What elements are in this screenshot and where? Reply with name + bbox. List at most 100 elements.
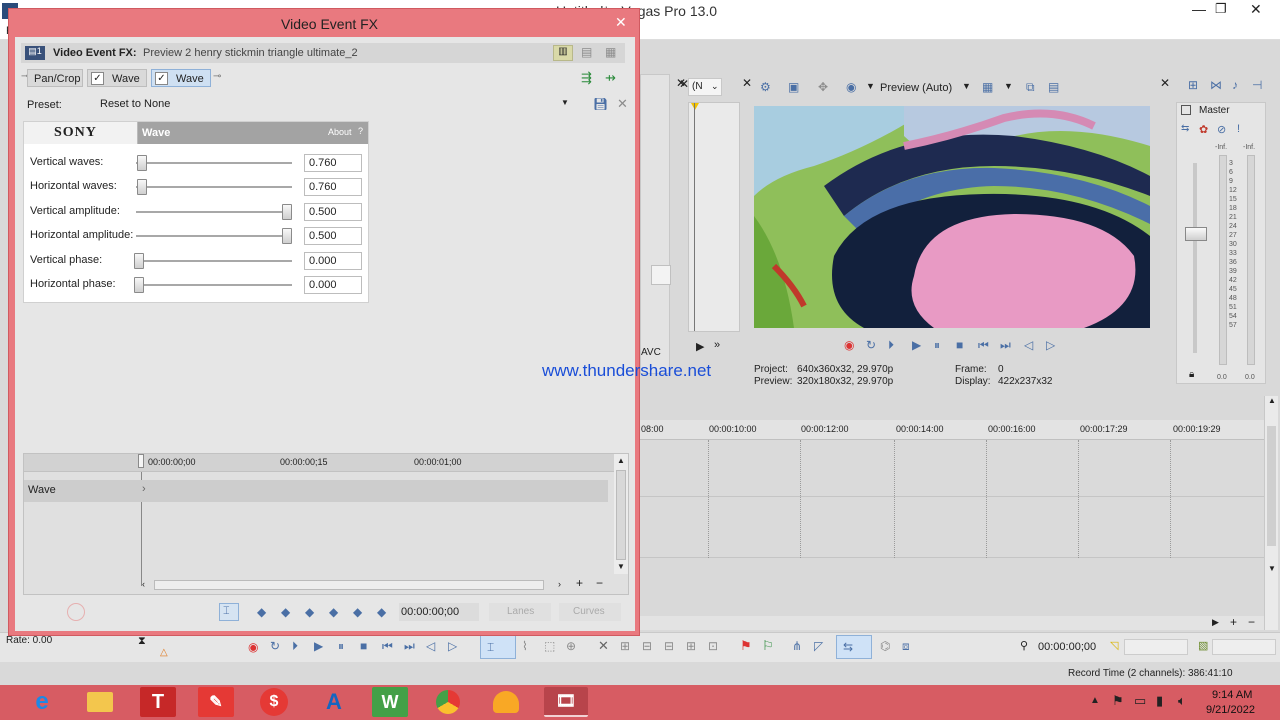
split-screen-icon[interactable]: ✥ [818, 80, 828, 94]
curves-button[interactable]: Curves [559, 603, 621, 621]
preview-quality-dropdown[interactable]: Preview (Auto) [880, 82, 952, 94]
checkbox-checked-icon[interactable]: ✓ [91, 72, 104, 85]
param-value-input[interactable]: 0.500 [304, 227, 362, 246]
selection-tool-icon[interactable]: ⬚ [544, 639, 555, 653]
fx-view-list-icon[interactable]: ▤ [581, 45, 592, 59]
go-to-start-icon[interactable]: ⏮ [978, 338, 989, 353]
first-keyframe-icon[interactable]: ◆ [257, 605, 266, 619]
param-slider-track[interactable] [136, 235, 292, 238]
fx-view-grid-icon[interactable]: ▦ [605, 45, 616, 59]
param-value-input[interactable]: 0.500 [304, 202, 362, 221]
copy-snapshot-icon[interactable]: ⧉ [1026, 80, 1035, 95]
vegas-taskbar-icon[interactable]: 🎞︎ [544, 687, 588, 717]
split-icon[interactable]: ⊞ [686, 639, 696, 653]
mixer-properties-icon[interactable]: ⊞ [1188, 78, 1198, 92]
panel-close-icon[interactable]: ✕ [676, 76, 686, 90]
param-slider-thumb[interactable] [136, 179, 147, 196]
zoom-tool-icon[interactable]: ⊕ [566, 639, 576, 653]
param-slider-track[interactable] [136, 186, 292, 189]
h-scroll-thumb[interactable] [154, 580, 544, 590]
plugin-chain-icon[interactable]: ⇶ [581, 70, 592, 86]
loop-icon[interactable]: ↻ [866, 338, 876, 352]
param-slider-track[interactable] [136, 284, 292, 286]
preview-close-icon[interactable]: ✕ [742, 76, 752, 90]
master-mute-icon[interactable]: ⊘ [1217, 123, 1226, 136]
keyframe-expand-icon[interactable]: › [142, 483, 146, 495]
speed-app-icon[interactable] [488, 687, 524, 717]
dollar-app-icon[interactable]: $ [256, 687, 292, 717]
go-to-end-icon[interactable]: ⏭ [1000, 338, 1011, 353]
region-icon[interactable]: ⚐ [762, 638, 774, 654]
file-explorer-icon[interactable] [82, 687, 118, 717]
overlay-icon[interactable]: ◉ [846, 80, 856, 94]
show-hidden-icons-icon[interactable]: ▲ [1090, 695, 1100, 706]
properties-icon[interactable]: ⚙ [760, 80, 771, 94]
flag-icon[interactable]: ⚑ [1112, 693, 1124, 709]
marker-icon[interactable]: ⚑ [740, 638, 752, 654]
volume-icon[interactable]: 🔈︎ [1178, 693, 1186, 709]
ripple-edit-button[interactable]: ⇆ [836, 635, 872, 659]
scroll-up-icon[interactable]: ▲ [617, 456, 625, 465]
preset-dropdown[interactable]: Reset to None ▼ [97, 95, 575, 113]
trim-end-icon[interactable]: ⊟ [664, 639, 674, 653]
close-icon[interactable]: ✕ [1250, 1, 1262, 18]
chain-item-wave-2[interactable]: ✓ Wave [151, 69, 211, 87]
main-stop-icon[interactable]: ■ [360, 639, 367, 653]
keyframe-timecode-field[interactable]: 00:00:00;00 [399, 603, 479, 621]
sync-cursor-button[interactable]: ⌶ [219, 603, 239, 621]
main-timecode[interactable]: 00:00:00;00 [1038, 641, 1096, 653]
param-value-input[interactable]: 0.000 [304, 251, 362, 270]
pause-icon[interactable]: ⏸ [934, 338, 940, 353]
timeline-vertical-scrollbar[interactable]: ▲ ▼ [1264, 396, 1278, 630]
last-keyframe-icon[interactable]: ◆ [377, 605, 386, 619]
trim-start-icon[interactable]: ⊟ [642, 639, 652, 653]
param-slider-thumb[interactable] [282, 203, 292, 220]
timeline-tracks[interactable] [640, 440, 1264, 558]
master-solo-icon[interactable]: ! [1237, 123, 1240, 135]
save-preset-icon[interactable]: 💾︎ [593, 97, 608, 111]
timeline-h-scroll[interactable]: ▶ + − [640, 615, 1264, 630]
master-fader-handle[interactable] [1185, 227, 1207, 241]
main-pause-icon[interactable]: ⏸ [338, 639, 344, 654]
about-link[interactable]: About [328, 127, 352, 137]
timeline-ruler[interactable]: 08:00 00:00:10:00 00:00:12:00 00:00:14:0… [640, 420, 1264, 440]
scroll-right-icon[interactable]: ▶ [1212, 617, 1219, 628]
normal-edit-tool[interactable]: ⌶ [480, 635, 516, 659]
zoom-out-icon[interactable]: − [1248, 615, 1255, 629]
main-prev-frame-icon[interactable]: ◁ [426, 639, 435, 653]
checkbox-checked-icon[interactable]: ✓ [155, 72, 168, 85]
main-record-icon[interactable]: ◉ [248, 640, 258, 654]
master-lock-icon[interactable]: 🔒︎ [1189, 369, 1194, 380]
scroll-down-icon[interactable]: ▼ [617, 562, 625, 571]
hardware-icon[interactable]: ▭ [1134, 693, 1146, 709]
internet-explorer-icon[interactable]: e [24, 687, 60, 717]
minimize-icon[interactable]: — [1192, 1, 1206, 17]
param-value-input[interactable]: 0.760 [304, 178, 362, 197]
record-icon[interactable]: ◉ [844, 338, 854, 352]
param-slider-track[interactable] [136, 259, 292, 262]
master-fx-icon[interactable]: ✿ [1199, 123, 1208, 136]
chain-item-pancrop[interactable]: Pan/Crop [27, 69, 83, 87]
network-icon[interactable]: ▮ [1156, 693, 1163, 709]
delete-preset-icon[interactable]: ✕ [617, 96, 628, 112]
zoom-in-icon[interactable]: + [1230, 615, 1237, 629]
play-icon[interactable]: ▶ [912, 338, 921, 352]
maximize-icon[interactable]: ❐ [1215, 1, 1227, 17]
next-keyframe-icon[interactable]: ◆ [353, 605, 362, 619]
keyframe-v-scroll[interactable]: ▲ ▼ [614, 454, 628, 574]
param-value-input[interactable]: 0.000 [304, 276, 362, 294]
scroll-thumb[interactable] [1267, 426, 1276, 546]
lock-icon[interactable]: ⊡ [708, 639, 718, 653]
delete-keyframe-icon[interactable]: ◆ [329, 605, 338, 619]
mixer-dim-icon[interactable]: ♪ [1232, 78, 1238, 92]
next-frame-icon[interactable]: ▷ [1046, 338, 1055, 352]
fx-view-toggle-icon[interactable]: ▥ [553, 45, 573, 61]
trimmer-more-icon[interactable]: » [714, 339, 720, 351]
device-preview-icon[interactable]: ▣ [788, 80, 799, 94]
zoom-out-icon[interactable]: − [596, 576, 603, 590]
stop-icon[interactable]: ■ [956, 338, 963, 352]
trimmer-play-icon[interactable]: ▶ [696, 340, 704, 353]
about-icon[interactable]: ? [358, 126, 363, 136]
keyframe-track-row[interactable]: Wave › [24, 480, 608, 502]
keyframe-h-scroll[interactable]: ‹ › + − [142, 576, 628, 592]
